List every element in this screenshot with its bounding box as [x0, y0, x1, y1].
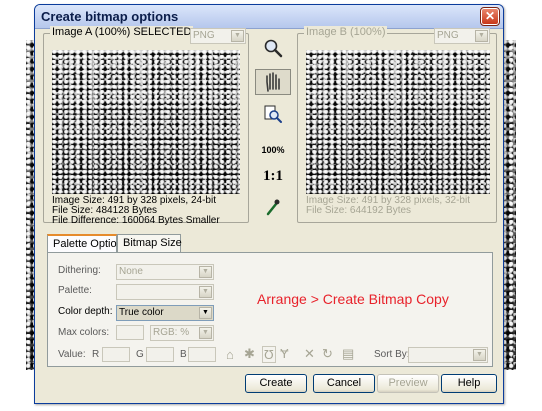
palette-menu-icon[interactable]: ▤ [342, 346, 354, 362]
image-b-format-value: PNG [437, 30, 459, 41]
image-a-group: Image A (100%) SELECTED PNG ▼ Image Size… [43, 26, 249, 226]
image-b-group: Image B (100%) PNG ▼ Image Size: 491 by … [297, 26, 497, 223]
palette-label: Palette: [58, 285, 92, 296]
max-colors-label: Max colors: [58, 327, 110, 338]
lock-color-icon[interactable]: ⌂ [226, 347, 234, 362]
image-b-preview[interactable] [306, 50, 490, 194]
color-depth-select[interactable]: True color ▼ [116, 305, 214, 321]
image-a-label: Image A (100%) SELECTED [50, 26, 194, 38]
menu-path-annotation: Arrange > Create Bitmap Copy [257, 291, 449, 307]
eyedropper-icon [266, 199, 280, 216]
help-button[interactable]: Help [441, 374, 497, 393]
r-value-input[interactable] [102, 347, 130, 362]
sort-by-label: Sort By: [374, 349, 410, 360]
add-color-icon[interactable]: Ʊ [262, 346, 276, 363]
dithering-select[interactable]: None ▼ [116, 264, 214, 280]
push-tool-button[interactable] [255, 69, 291, 95]
color-depth-value: True color [119, 307, 164, 318]
chevron-down-icon: ▼ [475, 30, 488, 42]
create-bitmap-dialog: Create bitmap options ✕ Image A (100%) S… [34, 4, 504, 404]
color-depth-label: Color depth: [58, 306, 113, 317]
g-value-input[interactable] [146, 347, 174, 362]
restore-colors-icon[interactable]: ↻ [322, 346, 333, 362]
chevron-down-icon: ▼ [231, 30, 244, 42]
delete-color-icon[interactable]: Ɏ [280, 346, 289, 361]
zoom-100-button[interactable]: 100% [255, 137, 291, 163]
palette-select[interactable]: ▼ [116, 284, 214, 300]
zoom-region-icon [264, 105, 282, 123]
zoom-tool-button[interactable] [255, 35, 291, 61]
web-snap-icon[interactable]: ✱ [244, 346, 255, 362]
sort-by-select[interactable]: ▼ [408, 347, 488, 363]
zoom-region-button[interactable] [255, 101, 291, 127]
r-label: R [92, 349, 100, 360]
image-a-preview[interactable] [52, 50, 240, 194]
max-colors-input[interactable] [116, 325, 144, 340]
tab-bitmap-size[interactable]: Bitmap Size [117, 234, 182, 253]
chevron-down-icon: ▼ [473, 349, 486, 361]
chevron-down-icon: ▼ [199, 327, 212, 339]
max-colors-mode-value: RGB: % [153, 327, 190, 338]
image-a-format-value: PNG [193, 30, 215, 41]
push-hand-icon [266, 72, 280, 92]
image-b-format-select[interactable]: PNG ▼ [434, 28, 490, 44]
chevron-down-icon: ▼ [199, 286, 212, 298]
background-texture-right [502, 40, 516, 370]
magnifier-icon [264, 39, 283, 58]
color-picker-button[interactable] [255, 195, 291, 221]
value-label: Value: [58, 349, 86, 360]
dialog-title: Create bitmap options [41, 9, 179, 24]
g-label: G [136, 349, 144, 360]
one-to-one-button[interactable]: 1:1 [255, 163, 291, 189]
b-value-input[interactable] [188, 347, 216, 362]
preview-button[interactable]: Preview [377, 374, 439, 393]
max-colors-mode-select[interactable]: RGB: % ▼ [150, 325, 214, 341]
image-b-label: Image B (100%) [304, 26, 388, 38]
close-button[interactable]: ✕ [480, 7, 500, 26]
tab-palette-options[interactable]: Palette Options [47, 234, 128, 254]
chevron-down-icon: ▼ [199, 307, 212, 319]
system-colors-icon[interactable]: ✕ [304, 346, 315, 362]
chevron-down-icon: ▼ [199, 266, 212, 278]
create-button[interactable]: Create [245, 374, 307, 393]
cancel-button[interactable]: Cancel [313, 374, 375, 393]
b-label: B [180, 349, 187, 360]
palette-options-panel: Dithering: None ▼ Palette: ▼ Color depth… [47, 252, 493, 367]
image-a-file-difference: File Difference: 160064 Bytes Smaller [52, 215, 220, 226]
dithering-value: None [119, 266, 143, 277]
image-b-file-size: File Size: 644192 Bytes [306, 205, 412, 216]
dithering-label: Dithering: [58, 265, 101, 276]
image-a-format-select[interactable]: PNG ▼ [190, 28, 246, 44]
